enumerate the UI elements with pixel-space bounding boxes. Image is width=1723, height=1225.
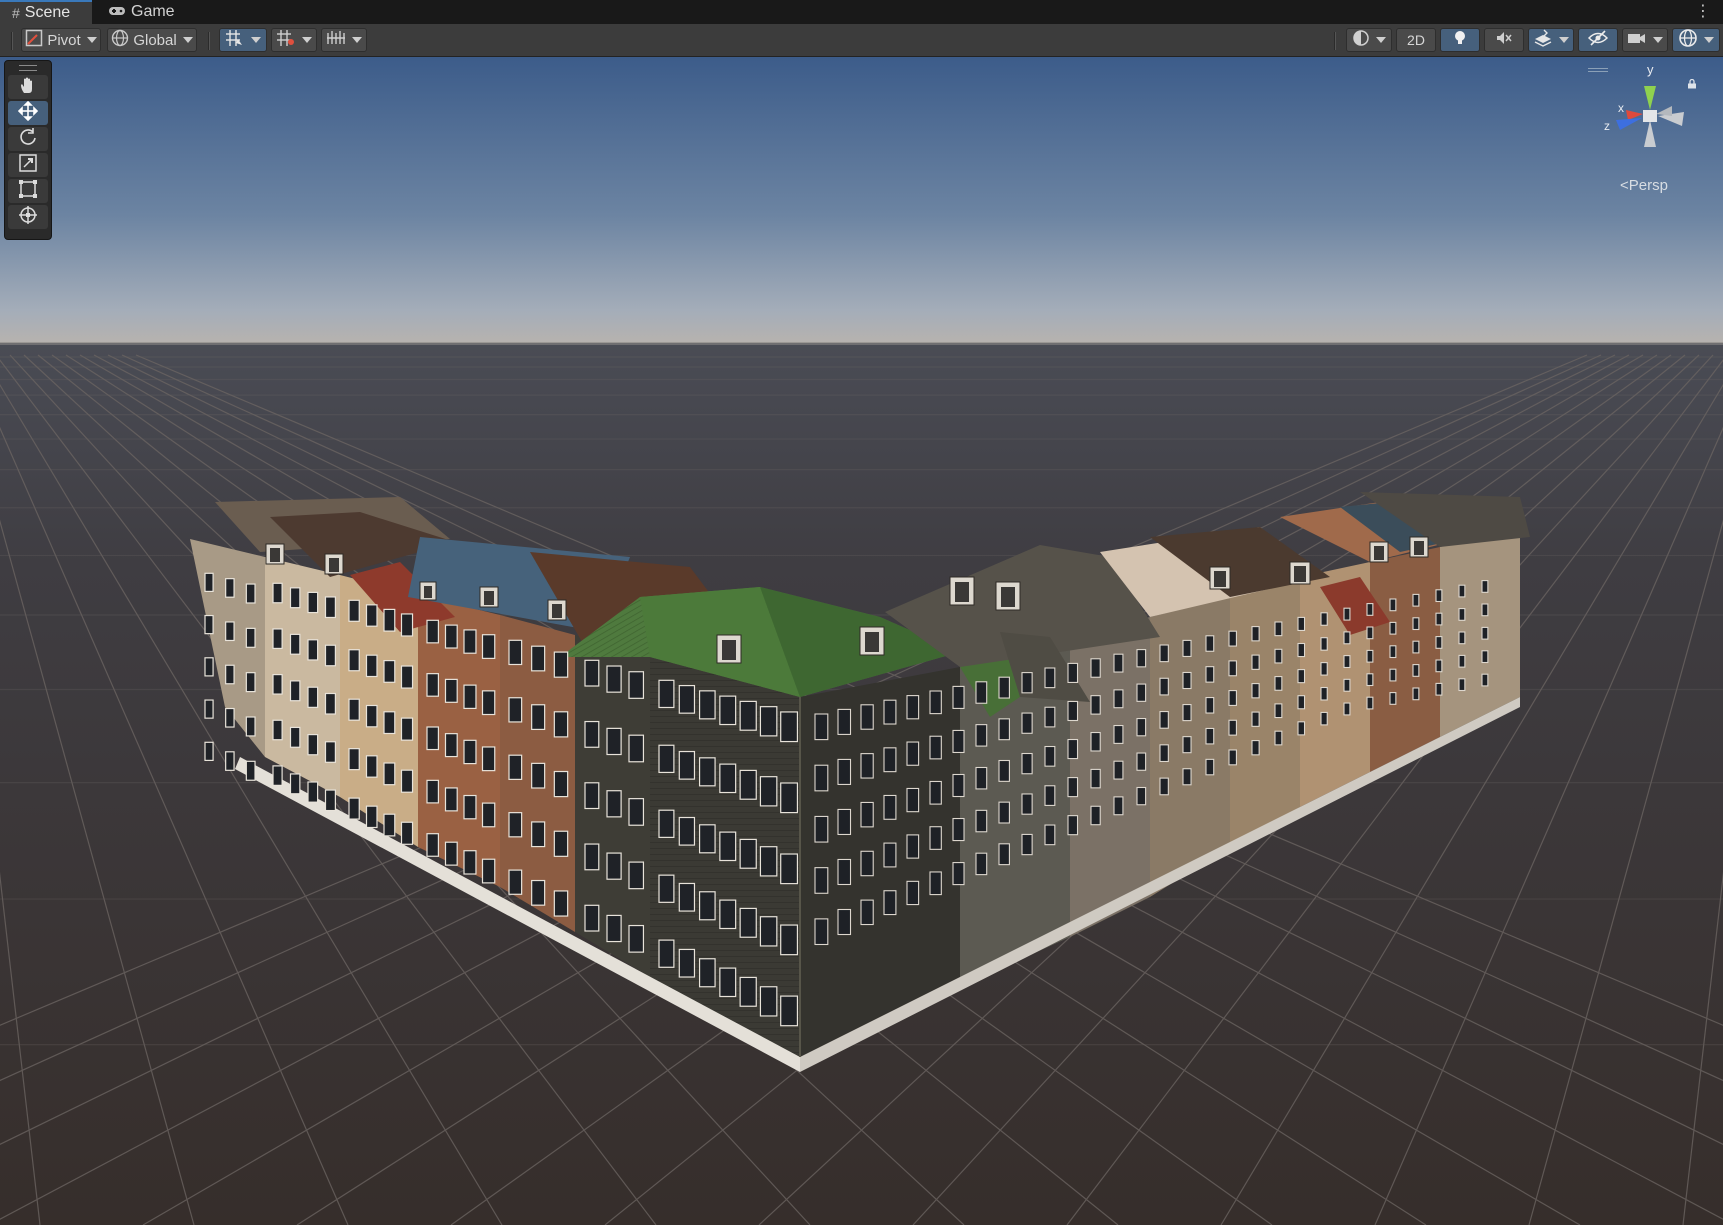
eye-crossed-icon — [1587, 29, 1609, 51]
globe-icon — [111, 29, 129, 51]
chevron-down-icon — [352, 37, 362, 43]
shaded-sphere-icon — [1352, 29, 1370, 51]
hand-icon — [18, 75, 38, 100]
pivot-icon — [25, 29, 43, 51]
rect-transform-icon — [18, 179, 38, 204]
gizmo-globe-icon — [1678, 28, 1698, 52]
transform-icon — [18, 205, 38, 230]
tab-scene[interactable]: # Scene — [0, 0, 92, 24]
grid-snap-toggle[interactable] — [219, 28, 267, 52]
chevron-down-icon — [1653, 37, 1663, 43]
gizmo-y-label: y — [1647, 62, 1654, 77]
chevron-down-icon — [1559, 37, 1569, 43]
gamepad-icon — [108, 4, 126, 20]
chevron-down-icon — [182, 37, 193, 43]
move-tool[interactable] — [8, 100, 48, 126]
chevron-down-icon — [251, 37, 261, 43]
persp-chevron-icon: < — [1620, 177, 1629, 194]
gizmo-z-axis — [1616, 118, 1642, 130]
pivot-label: Pivot — [47, 31, 81, 49]
scene-visibility-toggle[interactable] — [1578, 28, 1618, 52]
global-dropdown[interactable]: Global — [107, 28, 197, 52]
gizmos-dropdown[interactable] — [1672, 28, 1720, 52]
audio-toggle[interactable] — [1484, 28, 1524, 52]
grid-ruler-icon — [326, 29, 346, 51]
increment-snap-icon — [276, 29, 296, 51]
chevron-down-icon — [302, 37, 312, 43]
chevron-down-icon — [1704, 37, 1714, 43]
camera-settings-dropdown[interactable] — [1622, 28, 1668, 52]
move-arrows-icon — [17, 100, 39, 126]
grid-hash-icon: # — [12, 5, 20, 21]
2d-toggle[interactable]: 2D — [1396, 28, 1436, 52]
more-options-icon[interactable]: ⋮ — [1695, 1, 1711, 21]
overlay-grip[interactable] — [19, 65, 37, 71]
hand-tool[interactable] — [8, 75, 48, 99]
global-label: Global — [133, 31, 177, 49]
rect-tool[interactable] — [8, 179, 48, 203]
tab-scene-label: Scene — [24, 4, 71, 21]
audio-mute-icon — [1495, 29, 1513, 51]
lightbulb-icon — [1452, 29, 1468, 51]
toolbar-separator — [11, 32, 13, 50]
toolbar-separator — [1334, 32, 1336, 50]
draw-mode-dropdown[interactable] — [1346, 28, 1392, 52]
pivot-dropdown[interactable]: Pivot — [21, 28, 101, 52]
gizmo-z-label: z — [1604, 119, 1610, 133]
scene-tab-bar: # Scene Game ⋮ — [0, 0, 1723, 24]
chevron-down-icon — [1376, 37, 1386, 43]
rotate-tool[interactable] — [8, 127, 48, 151]
projection-toggle[interactable]: <Persp — [1620, 177, 1668, 194]
grid-snap-icon — [225, 29, 245, 51]
transform-tool[interactable] — [8, 205, 48, 229]
rotate-icon — [18, 127, 38, 152]
projection-label: Persp — [1628, 177, 1668, 194]
2d-label: 2D — [1407, 32, 1425, 48]
tab-game-label: Game — [131, 3, 175, 20]
lighting-toggle[interactable] — [1440, 28, 1480, 52]
gizmo-y-axis — [1644, 86, 1656, 110]
effects-dropdown[interactable] — [1528, 28, 1574, 52]
gizmo-x-label: x — [1618, 101, 1624, 115]
scene-viewport[interactable] — [0, 57, 1723, 1225]
scene-toolbar: Pivot Global 2D — [0, 24, 1723, 57]
scale-icon — [18, 153, 38, 178]
tab-game[interactable]: Game — [96, 0, 182, 24]
scene-render — [0, 57, 1723, 1225]
grid-visibility-dropdown[interactable] — [321, 28, 367, 52]
scale-tool[interactable] — [8, 153, 48, 177]
layers-effects-icon — [1533, 29, 1553, 51]
tools-overlay — [4, 60, 52, 240]
camera-icon — [1627, 29, 1647, 51]
increment-snap-dropdown[interactable] — [271, 28, 317, 52]
chevron-down-icon — [86, 37, 97, 43]
toolbar-separator — [208, 32, 210, 50]
